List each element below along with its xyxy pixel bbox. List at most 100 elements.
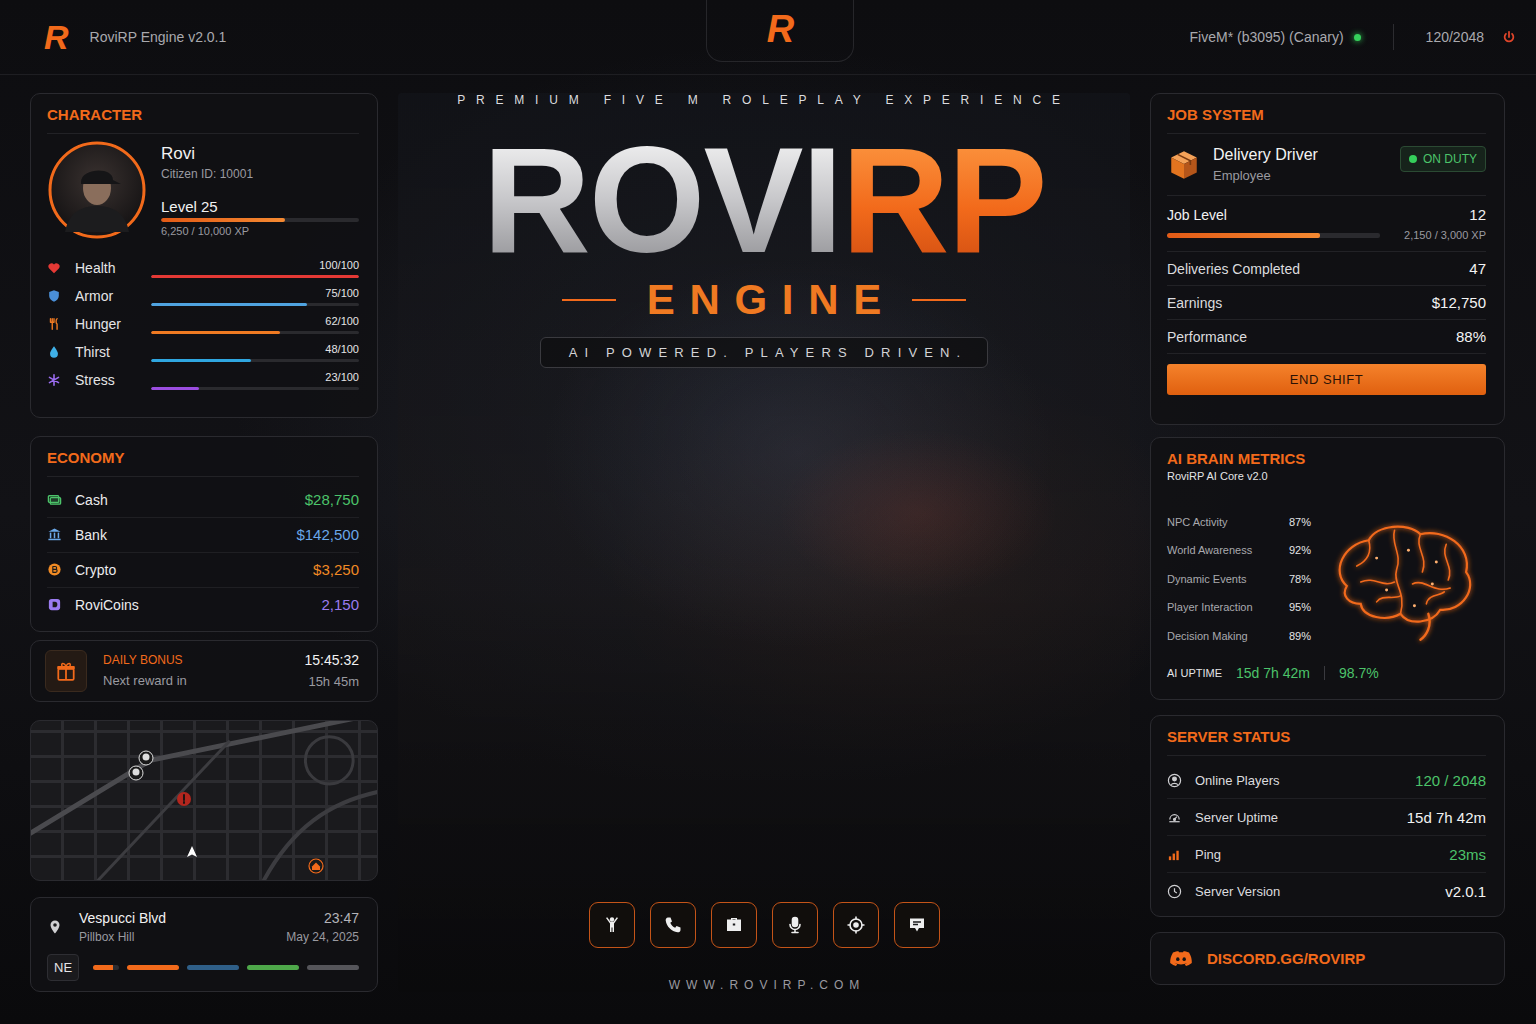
center-logo: R xyxy=(767,10,793,48)
status-strip xyxy=(93,965,359,970)
phone-icon xyxy=(663,915,683,935)
gps-button[interactable] xyxy=(833,902,879,948)
subtitle: ENGINE xyxy=(632,277,896,323)
map-button[interactable] xyxy=(894,902,940,948)
voice-icon xyxy=(785,915,805,935)
stat-meter: 100/100 xyxy=(151,259,359,278)
server-value: v2.0.1 xyxy=(1445,883,1486,900)
build-label: FiveM* (b3095) (Canary) xyxy=(1190,29,1344,45)
rule-line xyxy=(562,299,616,301)
end-shift-button[interactable]: END SHIFT xyxy=(1167,364,1486,395)
server-row: Online Players120 / 2048 xyxy=(1167,762,1486,799)
stat-fill xyxy=(151,331,280,334)
ai-panel: AI BRAIN METRICSRoviRP AI Core v2.0NPC A… xyxy=(1150,437,1505,700)
location-panel: Vespucci BlvdPillbox Hill23:47May 24, 20… xyxy=(30,897,378,992)
stat-bar xyxy=(151,303,359,306)
economy-label: Bank xyxy=(75,527,296,543)
character-level: Level 25 xyxy=(161,198,359,215)
stat-reading: 75/100 xyxy=(151,287,359,299)
panel-subtitle: RoviRP AI Core v2.0 xyxy=(1167,470,1486,482)
app-title: RoviRP Engine v2.0.1 xyxy=(90,29,227,45)
stat-fill xyxy=(151,275,359,278)
inventory-button[interactable] xyxy=(711,902,757,948)
divider xyxy=(1393,24,1394,50)
emote-button[interactable] xyxy=(589,902,635,948)
gift-icon xyxy=(55,660,77,682)
job-rank: Employee xyxy=(1213,168,1388,183)
economy-value: 2,150 xyxy=(321,596,359,613)
job-stat-row: Performance88% xyxy=(1167,320,1486,354)
phone-button[interactable] xyxy=(650,902,696,948)
brand: RRoviRP Engine v2.0.1 xyxy=(44,20,706,54)
xp-bar xyxy=(161,218,359,222)
power-icon[interactable] xyxy=(1502,30,1516,44)
thirst-icon xyxy=(47,345,61,359)
voice-button[interactable] xyxy=(772,902,818,948)
divider xyxy=(1324,666,1325,680)
stat-reading: 48/100 xyxy=(151,343,359,355)
stat-reading: 100/100 xyxy=(151,259,359,271)
top-bar: RRoviRP Engine v2.0.1 R FiveM* (b3095) (Ca… xyxy=(0,0,1536,75)
status-segment xyxy=(187,965,239,970)
metric-value: 89% xyxy=(1289,630,1311,642)
job-panel: JOB SYSTEM Delivery Driver Employee ON DUTY… xyxy=(1150,93,1505,425)
metric-label: Player Interaction xyxy=(1167,601,1253,613)
compass-row: NE xyxy=(47,954,359,981)
stat-row: Armor75/100 xyxy=(47,282,359,310)
clock: 23:47May 24, 2025 xyxy=(286,910,359,944)
metric-row: Decision Making89% xyxy=(1167,621,1311,650)
stat-list: Health100/100Armor75/100Hunger62/100Thir… xyxy=(47,254,359,394)
stat-label: Hunger xyxy=(75,316,145,332)
server-row: Ping23ms xyxy=(1167,836,1486,873)
profile-info: RoviCitizen ID: 10001Level 256,250 / 10,… xyxy=(161,144,359,237)
package-icon xyxy=(1167,148,1201,182)
stat-meter: 23/100 xyxy=(151,371,359,390)
skull-pin-icon[interactable] xyxy=(138,750,154,766)
gps-icon xyxy=(846,915,866,935)
player-count: 120/2048 xyxy=(1426,29,1484,45)
duty-badge: ON DUTY xyxy=(1400,146,1486,172)
metric-label: World Awareness xyxy=(1167,544,1252,556)
hotbar xyxy=(589,902,940,948)
home-pin-icon[interactable] xyxy=(308,858,324,874)
website-link[interactable]: WWW.ROVIRP.COM xyxy=(663,978,865,992)
left-column: CHARACTERRoviCitizen ID: 10001Level 256,… xyxy=(30,93,378,992)
panel-title: JOB SYSTEM xyxy=(1167,106,1486,134)
stat-label: Health xyxy=(75,260,145,276)
stat-reading: 62/100 xyxy=(151,315,359,327)
economy-row: Cash$28,750 xyxy=(47,483,359,518)
metric-row: World Awareness 92% xyxy=(1167,536,1311,565)
hunger-icon xyxy=(47,317,61,331)
stat-row: Health 100/100 xyxy=(47,254,359,282)
duty-dot xyxy=(1409,155,1417,163)
economy-label: RoviCoins xyxy=(75,597,321,613)
metric-value: 92% xyxy=(1289,544,1311,556)
time: 23:47 xyxy=(324,910,359,926)
hero-title: ROVIRP xyxy=(482,125,1045,275)
inventory-icon xyxy=(724,915,744,935)
skull-pin-icon[interactable] xyxy=(128,765,144,781)
danger-pin-icon[interactable] xyxy=(176,791,192,807)
ping-icon xyxy=(1167,847,1182,862)
segment-fill xyxy=(127,965,179,970)
bonus-timer: 15:45:3215h 45m xyxy=(305,652,360,689)
server-panel: SERVER STATUSOnline Players120 / 2048Ser… xyxy=(1150,715,1505,917)
economy-label: Cash xyxy=(75,492,305,508)
avatar-icon xyxy=(47,140,147,240)
road-network xyxy=(31,721,377,880)
minimap[interactable] xyxy=(30,720,378,881)
top-notch: R xyxy=(706,0,854,62)
discord-link[interactable]: DISCORD.GG/ROVIRP xyxy=(1150,932,1505,985)
bonus-title: DAILY BONUS xyxy=(103,653,289,667)
server-info: FiveM* (b3095) (Canary) 120/2048 xyxy=(854,24,1516,50)
xp-text: 6,250 / 10,000 XP xyxy=(161,225,359,237)
stat-bar xyxy=(151,359,359,362)
daily-bonus[interactable]: DAILY BONUSNext reward in15:45:3215h 45m xyxy=(30,640,378,702)
subtitle-row: ENGINE xyxy=(562,277,966,323)
economy-row: Crypto$3,250 xyxy=(47,553,359,588)
server-value: 15d 7h 42m xyxy=(1407,809,1486,826)
job-stat-value: 47 xyxy=(1469,260,1486,277)
job-name: Delivery Driver xyxy=(1213,146,1388,164)
stress-icon xyxy=(47,373,61,387)
job-level-row: Job Level12 xyxy=(1167,206,1486,223)
